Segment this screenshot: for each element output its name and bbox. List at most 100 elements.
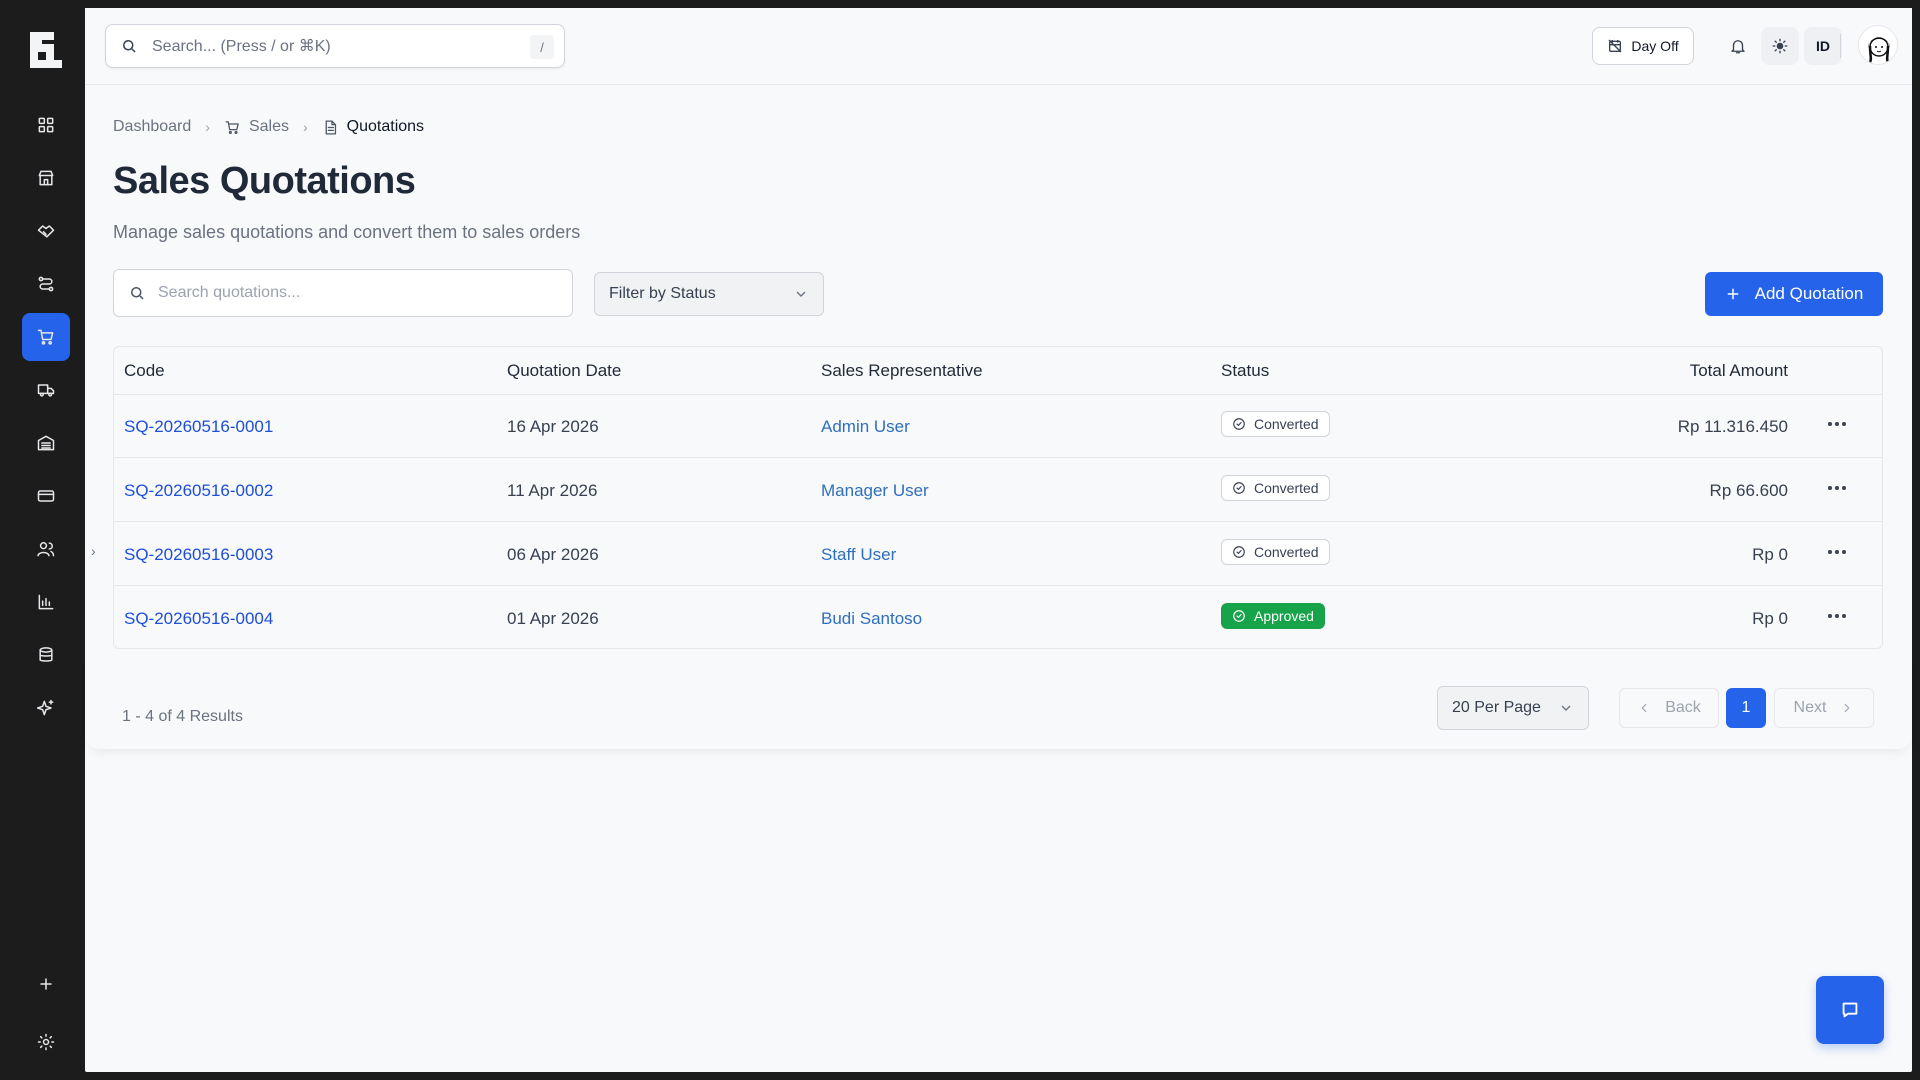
check-circle-icon: [1233, 418, 1245, 430]
breadcrumb-sales[interactable]: Sales: [224, 118, 289, 136]
quotation-code-link[interactable]: SQ-20260516-0002: [124, 481, 273, 501]
breadcrumb-quotations-label: Quotations: [346, 118, 425, 135]
status-filter-select[interactable]: Filter by Status: [594, 272, 824, 316]
chevron-right-icon: ›: [205, 119, 210, 135]
global-search-placeholder: Search... (Press / or ⌘K): [152, 38, 331, 55]
sparkles-icon: [36, 699, 54, 716]
nav-dashboard[interactable]: [22, 101, 70, 149]
column-header-rep[interactable]: Sales Representative: [821, 361, 983, 381]
plus-icon: [40, 978, 52, 990]
chevron-left-icon: [1641, 703, 1647, 713]
more-dot: [1842, 550, 1846, 554]
day-off-label: Day Off: [1631, 38, 1679, 54]
nav-ai[interactable]: [22, 684, 70, 732]
search-shortcut-key: /: [530, 35, 554, 59]
nav-store[interactable]: [22, 154, 70, 202]
nav-delivery[interactable]: [22, 366, 70, 414]
app-logo[interactable]: [28, 30, 64, 70]
sales-rep-link[interactable]: Staff User: [821, 545, 896, 565]
breadcrumb-dashboard-label: Dashboard: [113, 118, 192, 135]
pagination-back-label: Back: [1665, 699, 1701, 716]
quotation-code-link[interactable]: SQ-20260516-0001: [124, 417, 273, 437]
quotation-date: 11 Apr 2026: [507, 481, 598, 500]
topbar-divider: [1840, 34, 1841, 58]
more-dot: [1842, 422, 1846, 426]
column-header-code[interactable]: Code: [124, 361, 165, 381]
status-badge: Approved: [1221, 603, 1325, 629]
nav-routes[interactable]: [22, 260, 70, 308]
sidebar-expand-toggle[interactable]: ›: [91, 543, 96, 559]
global-search[interactable]: Search... (Press / or ⌘K) /: [105, 24, 565, 68]
search-icon: [123, 40, 136, 53]
page-subtitle: Manage sales quotations and convert them…: [113, 222, 581, 242]
quotation-code-link[interactable]: SQ-20260516-0004: [124, 609, 273, 629]
theme-toggle-button[interactable]: [1761, 27, 1799, 65]
check-circle-icon: [1233, 610, 1245, 622]
page-title: Sales Quotations: [113, 160, 416, 202]
database-icon: [39, 647, 53, 662]
column-header-status[interactable]: Status: [1221, 361, 1269, 381]
add-quotation-button[interactable]: Add Quotation: [1705, 272, 1883, 316]
quotation-search[interactable]: [113, 269, 573, 317]
row-actions-button[interactable]: [1824, 539, 1850, 565]
day-off-button[interactable]: Day Off: [1592, 27, 1694, 65]
breadcrumb-dashboard[interactable]: Dashboard: [113, 118, 191, 136]
nav-finance[interactable]: [22, 472, 70, 520]
table-row[interactable]: SQ-20260516-0002 11 Apr 2026 Manager Use…: [114, 459, 1882, 522]
row-actions-button[interactable]: [1824, 411, 1850, 437]
notifications-button[interactable]: [1719, 27, 1757, 65]
app-frame: Search... (Press / or ⌘K) / Day Off ID ›…: [0, 0, 1920, 1080]
chat-icon: [1842, 1002, 1858, 1018]
status-badge-label: Approved: [1254, 608, 1314, 624]
quotation-date: 01 Apr 2026: [507, 609, 599, 628]
table-header: Code Quotation Date Sales Representative…: [114, 347, 1882, 395]
column-header-date[interactable]: Quotation Date: [507, 361, 621, 381]
language-button[interactable]: ID: [1804, 27, 1842, 65]
nav-add[interactable]: [22, 960, 70, 1008]
breadcrumb-sales-label: Sales: [248, 118, 289, 135]
topbar: Search... (Press / or ⌘K) / Day Off ID: [85, 8, 1912, 85]
more-dot: [1835, 550, 1839, 554]
chat-button[interactable]: [1816, 976, 1884, 1044]
row-actions-button[interactable]: [1824, 603, 1850, 629]
chart-icon: [38, 594, 54, 610]
sales-rep-link[interactable]: Admin User: [821, 417, 910, 437]
more-dot: [1835, 422, 1839, 426]
nav-sales[interactable]: [22, 313, 70, 361]
table-row[interactable]: SQ-20260516-0001 16 Apr 2026 Admin User …: [114, 395, 1882, 458]
quotation-date: 16 Apr 2026: [507, 417, 599, 436]
chevron-down-icon: [1561, 705, 1571, 711]
nav-warehouse[interactable]: [22, 419, 70, 467]
quotation-code-link[interactable]: SQ-20260516-0003: [124, 545, 273, 565]
pagination-page-button[interactable]: 1: [1726, 688, 1766, 728]
nav-partners[interactable]: [22, 207, 70, 255]
cart-icon: [37, 329, 54, 345]
routes-icon: [38, 276, 54, 292]
more-dot: [1835, 614, 1839, 618]
sales-rep-link[interactable]: Manager User: [821, 481, 929, 501]
nav-settings[interactable]: [22, 1018, 70, 1066]
chevron-right-icon: [1845, 703, 1851, 713]
user-avatar[interactable]: [1858, 25, 1898, 65]
row-actions-button[interactable]: [1824, 475, 1850, 501]
nav-users[interactable]: [22, 525, 70, 573]
nav-reports[interactable]: [22, 578, 70, 626]
nav-database[interactable]: [22, 631, 70, 679]
pagination-next-button[interactable]: Next: [1774, 688, 1874, 728]
table-row[interactable]: SQ-20260516-0003 06 Apr 2026 Staff User …: [114, 523, 1882, 586]
total-amount: Rp 0: [1752, 545, 1788, 564]
breadcrumb: Dashboard › Sales › Quotations: [113, 115, 424, 139]
sales-rep-link[interactable]: Budi Santoso: [821, 609, 922, 629]
credit-card-icon: [37, 490, 55, 502]
status-badge-label: Converted: [1254, 480, 1319, 496]
dashboard-icon: [38, 117, 54, 133]
table-row[interactable]: SQ-20260516-0004 01 Apr 2026 Budi Santos…: [114, 587, 1882, 648]
quotation-search-input[interactable]: [158, 284, 538, 302]
warehouse-icon: [37, 435, 55, 451]
bell-icon: [1731, 40, 1745, 54]
per-page-label: 20 Per Page: [1452, 699, 1541, 716]
column-header-total[interactable]: Total Amount: [1690, 361, 1788, 381]
more-dot: [1835, 486, 1839, 490]
per-page-select[interactable]: 20 Per Page: [1437, 686, 1589, 730]
pagination-back-button[interactable]: Back: [1619, 688, 1719, 728]
